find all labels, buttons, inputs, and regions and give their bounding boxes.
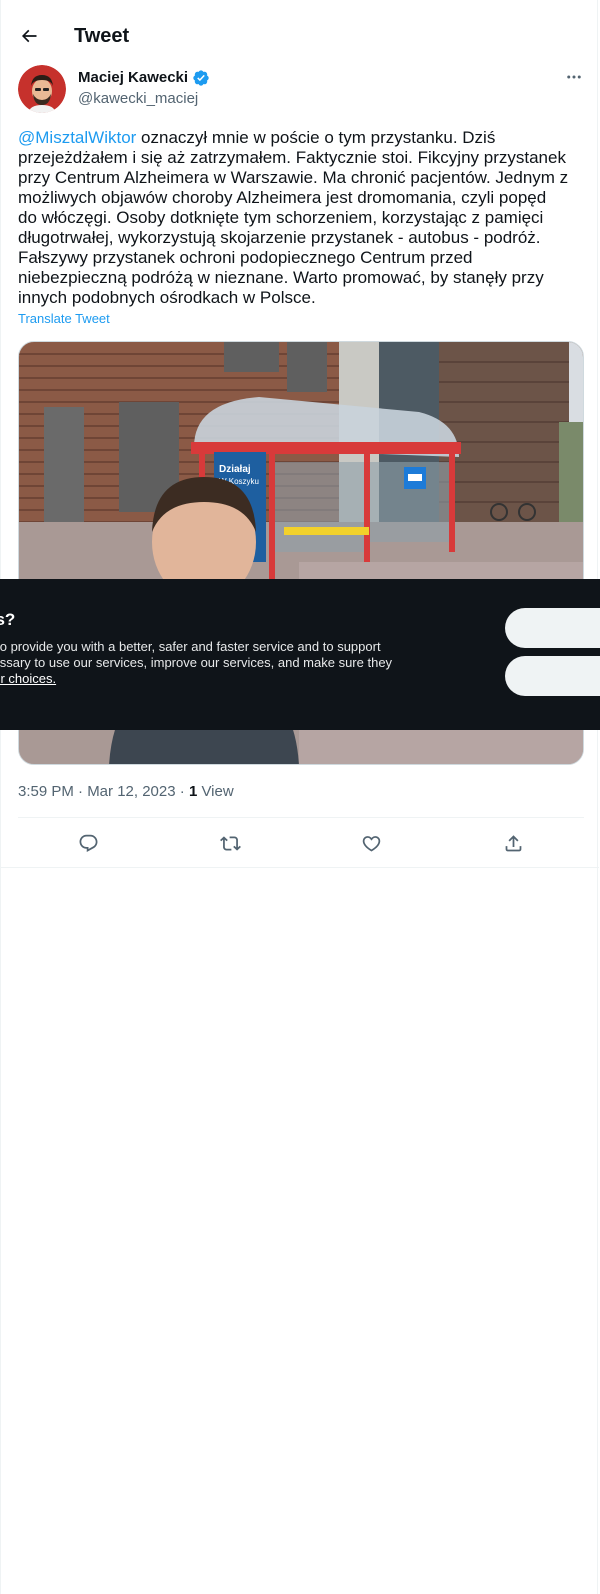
- mention-link[interactable]: @MisztalWiktor: [18, 128, 136, 147]
- primary-column: Tweet Maciej Kawecki @kawecki_maciej @Mi…: [0, 0, 599, 1594]
- reply-icon: [79, 834, 97, 852]
- reply-button[interactable]: [70, 825, 106, 861]
- cookie-banner-text: s to provide you with a better, safer an…: [0, 639, 446, 687]
- share-icon: [505, 834, 521, 851]
- tweet-text-line: oznaczył mnie w poście o tym przystanku.…: [136, 128, 496, 147]
- tweet-text-line: innych podobnych ośrodkach w Polsce.: [18, 288, 316, 307]
- page-header: Tweet: [1, 0, 599, 72]
- meta-separator: ·: [175, 783, 189, 800]
- cookie-text-line: cessary to use our services, improve our…: [0, 655, 393, 670]
- cookie-banner-title: es?: [0, 610, 16, 629]
- tweet-text-line: do włóczęgi. Osoby dotknięte tym schorze…: [18, 208, 544, 227]
- arrow-left-icon: [21, 29, 37, 43]
- author-name[interactable]: Maciej Kawecki: [78, 68, 210, 88]
- cookie-text-line: s to provide you with a better, safer an…: [0, 639, 381, 654]
- timestamp-link[interactable]: 3:59 PM · Mar 12, 2023: [18, 783, 176, 800]
- views-label: View: [201, 783, 234, 800]
- tweet-text-line: Fałszywy przystanek ochroni podopieczneg…: [18, 248, 473, 267]
- retweet-icon: [219, 835, 241, 851]
- tweet-metadata: 3:59 PM · Mar 12, 2023 · 1 View: [18, 782, 234, 802]
- tweet-text-line: przejeżdżałem i się aż zatrzymałem. Fakt…: [18, 148, 566, 167]
- divider: [1, 867, 599, 868]
- tweet-text-line: długotrwałej, wykorzystują skojarzenie p…: [18, 228, 541, 247]
- back-button[interactable]: [11, 18, 47, 54]
- author-name-text: Maciej Kawecki: [78, 69, 189, 86]
- translate-tweet-link[interactable]: Translate Tweet: [18, 311, 110, 327]
- cookie-choices-link[interactable]: our choices.: [0, 671, 56, 686]
- views-count: 1: [188, 783, 198, 800]
- sign-text: Działaj: [219, 464, 251, 475]
- tweet-text-line: niebezpieczną podróżą w nieznane. Warto …: [18, 268, 544, 287]
- accept-cookies-button[interactable]: [505, 608, 600, 648]
- share-button[interactable]: [495, 825, 531, 861]
- verified-badge-icon: [193, 70, 209, 86]
- cookie-banner: es? s to provide you with a better, safe…: [0, 579, 600, 730]
- avatar[interactable]: [18, 65, 66, 113]
- refuse-cookies-button[interactable]: [505, 656, 600, 696]
- tweet-text-line: przy Centrum Alzheimera w Warszawie. Ma …: [18, 168, 569, 187]
- like-icon: [362, 835, 380, 852]
- retweet-button[interactable]: [212, 825, 248, 861]
- tweet-text-line: możliwych objawów choroby Alzheimera jes…: [18, 188, 547, 207]
- like-button[interactable]: [353, 825, 389, 861]
- more-options-button[interactable]: [559, 64, 589, 90]
- tweet-actions-bar: [18, 818, 584, 868]
- tweet-text: @MisztalWiktor oznaczył mnie w poście o …: [18, 128, 583, 308]
- page-title: Tweet: [74, 25, 130, 47]
- more-dots-icon: [567, 75, 581, 79]
- author-handle[interactable]: @kawecki_maciej: [78, 89, 198, 109]
